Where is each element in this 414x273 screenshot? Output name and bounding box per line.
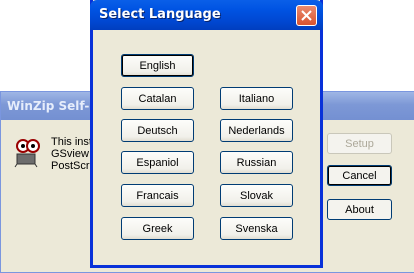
dialog-title: Select Language xyxy=(99,7,221,22)
language-button-deutsch[interactable]: Deutsch xyxy=(121,119,194,142)
cancel-button[interactable]: Cancel xyxy=(327,165,392,186)
language-button-greek[interactable]: Greek xyxy=(121,217,194,240)
language-button-russian[interactable]: Russian xyxy=(220,151,293,174)
dialog-titlebar[interactable]: Select Language xyxy=(90,0,323,30)
language-button-francais[interactable]: Francais xyxy=(121,184,194,207)
winzip-setup-icon xyxy=(13,136,45,168)
language-button-svenska[interactable]: Svenska xyxy=(220,217,293,240)
language-button-english[interactable]: English xyxy=(121,54,194,77)
language-button-italiano[interactable]: Italiano xyxy=(220,87,293,110)
language-button-slovak[interactable]: Slovak xyxy=(220,184,293,207)
language-button-catalan[interactable]: Catalan xyxy=(121,87,194,110)
select-language-dialog: Select Language English Catalan Italiano… xyxy=(90,0,323,268)
close-icon xyxy=(301,10,312,21)
about-button[interactable]: About xyxy=(327,199,392,220)
language-button-nederlands[interactable]: Nederlands xyxy=(220,119,293,142)
language-button-espaniol[interactable]: Espaniol xyxy=(121,151,194,174)
close-button[interactable] xyxy=(296,5,317,26)
setup-button: Setup xyxy=(327,133,392,154)
dialog-content: English Catalan Italiano Deutsch Nederla… xyxy=(93,30,320,265)
